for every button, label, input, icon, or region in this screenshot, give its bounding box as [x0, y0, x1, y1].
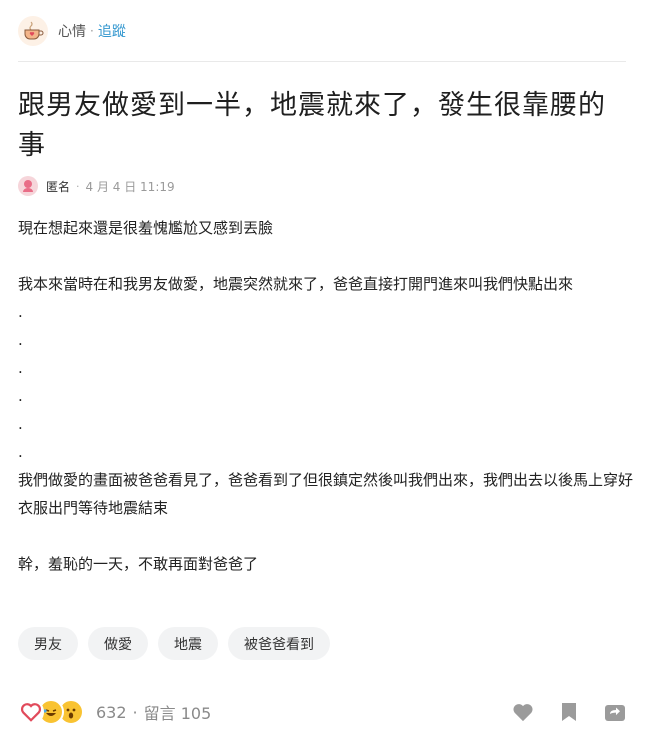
bookmark-icon: [562, 703, 576, 721]
meta-separator: ·: [76, 179, 80, 193]
forum-name[interactable]: 心情: [58, 21, 86, 41]
heart-outline-icon: [513, 704, 533, 722]
content-blank-line: [18, 242, 638, 270]
heart-icon: [18, 699, 44, 725]
like-button[interactable]: [511, 700, 535, 724]
content-dot-line: .: [18, 359, 23, 377]
reaction-summary[interactable]: [18, 699, 84, 725]
tag-chip[interactable]: 做愛: [88, 627, 148, 660]
content-dot-line: .: [18, 415, 23, 433]
share-icon: [605, 705, 625, 721]
post-actions: [511, 700, 627, 724]
content-dot-line: .: [18, 443, 23, 461]
comment-count[interactable]: 留言 105: [144, 700, 212, 724]
content-dot-line: .: [18, 331, 23, 349]
author-name: 匿名: [46, 179, 71, 194]
follow-button[interactable]: 追蹤: [98, 21, 126, 41]
post-content: 現在想起來還是很羞愧尷尬又感到丟臉 我本來當時在和我男友做愛，地震突然就來了，爸…: [18, 214, 638, 578]
tag-chip[interactable]: 男友: [18, 627, 78, 660]
header-divider: [18, 61, 626, 62]
tag-chip[interactable]: 被爸爸看到: [228, 627, 330, 660]
count-separator: ·: [132, 702, 138, 722]
content-paragraph: 幹，羞恥的一天，不敢再面對爸爸了: [18, 555, 259, 573]
header-separator: ·: [90, 24, 94, 38]
tag-list: 男友 做愛 地震 被爸爸看到: [18, 627, 330, 660]
tag-chip[interactable]: 地震: [158, 627, 218, 660]
post-time: 4 月 4 日 11:19: [85, 179, 175, 194]
reaction-count[interactable]: 632: [96, 703, 127, 722]
content-dot-line: .: [18, 387, 23, 405]
engagement-counts: 632 · 留言 105: [96, 700, 211, 724]
share-button[interactable]: [603, 700, 627, 724]
author-row: 匿名 · 4 月 4 日 11:19: [18, 175, 175, 197]
post-footer: 632 · 留言 105: [18, 695, 627, 729]
content-dot-line: .: [18, 303, 23, 321]
content-blank-line: [18, 522, 638, 550]
content-paragraph: 我本來當時在和我男友做愛，地震突然就來了，爸爸直接打開門進來叫我們快點出來: [18, 275, 574, 293]
content-paragraph: 我們做愛的畫面被爸爸看見了，爸爸看到了但很鎮定然後叫我們出來，我們出去以後馬上穿…: [18, 471, 634, 517]
content-paragraph: 現在想起來還是很羞愧尷尬又感到丟臉: [18, 219, 274, 237]
post-title: 跟男友做愛到一半，地震就來了，發生很靠腰的事: [18, 90, 606, 161]
anonymous-avatar-icon: [18, 176, 38, 196]
forum-cup-icon[interactable]: [18, 16, 48, 46]
bookmark-button[interactable]: [557, 700, 581, 724]
forum-header: 心情 · 追蹤: [18, 14, 126, 48]
